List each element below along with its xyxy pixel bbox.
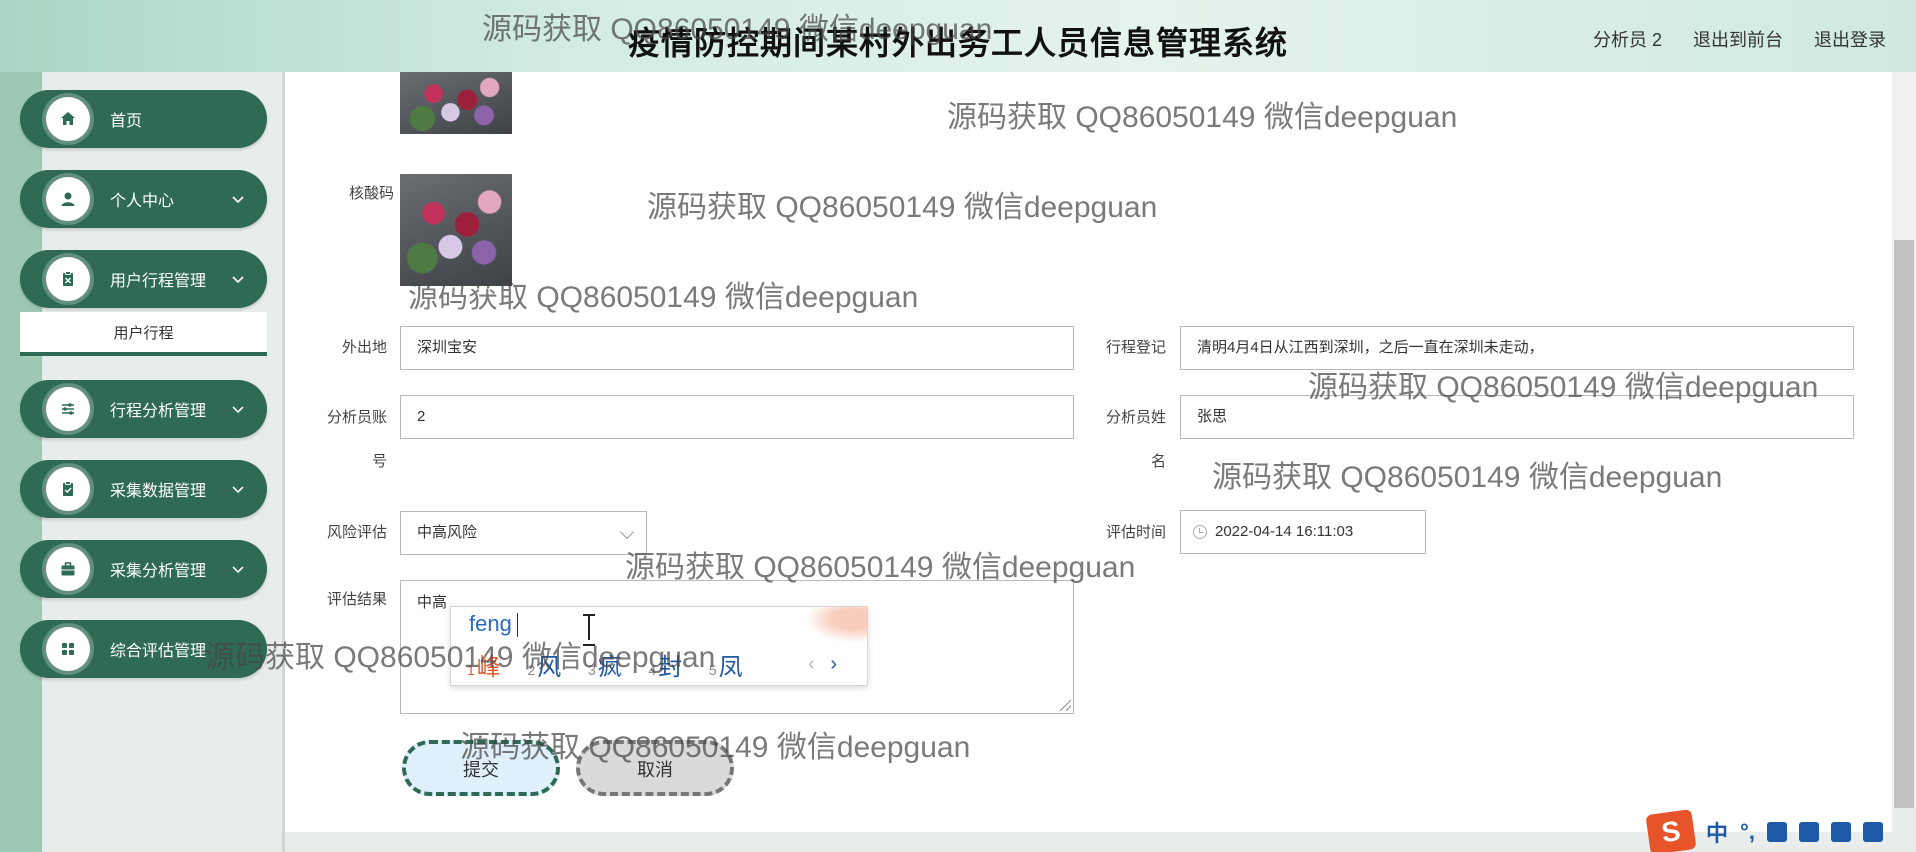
nucleic-code-image [400,174,512,286]
sidebar-item-collection-analysis[interactable]: 采集分析管理 [20,540,267,598]
result-label: 评估结果 [326,591,387,608]
sidebar-item-trip-analysis[interactable]: 行程分析管理 [20,380,267,438]
user-icon [46,177,90,221]
destination-label: 外出地 [341,339,387,356]
nucleic-code-label: 核酸码 [348,185,394,202]
chevron-down-icon [232,276,244,284]
photo-image [400,72,512,134]
clock-icon [1193,525,1207,539]
trip-log-field[interactable]: 清明4月4日从江西到深圳，之后一直在深圳未走动， [1180,326,1854,370]
assess-time-label: 评估时间 [1105,524,1166,541]
sidebar: 首页 个人中心 用户行程管理 用户行程 行程分析管理 采集数据管理 采集分析管理… [0,72,282,852]
ime-candidate[interactable]: 4封 [648,654,682,681]
ime-pager: ‹ › [808,653,837,676]
ime-candidates: 1峰 2风 3疯 4封 5凤 [467,647,763,682]
ime-decoration [797,607,867,647]
ime-candidate-popup: feng 1峰 2风 3疯 4封 5凤 ‹ › [450,606,868,686]
header-nav: 分析员 2 退出到前台 退出登录 [1567,26,1886,52]
ime-candidate[interactable]: 3疯 [588,654,622,681]
scrollbar-thumb[interactable] [1894,240,1914,808]
ime-language-toggle[interactable]: 中 [1706,816,1728,848]
sliders-icon [46,387,90,431]
ime-pinyin: feng [469,611,512,636]
cancel-button[interactable]: 取消 [576,740,734,796]
chevron-down-icon [232,566,244,574]
assess-time-value: 2022-04-14 16:11:03 [1215,523,1354,540]
risk-select-value: 中高风险 [417,524,478,541]
sidebar-item-label: 用户行程管理 [110,273,207,290]
result-textarea-value: 中高 [417,594,448,611]
ime-candidate[interactable]: 1峰 [467,654,501,681]
logout-link[interactable]: 退出登录 [1814,30,1886,50]
sidebar-item-label: 首页 [110,113,143,130]
grid-icon [46,627,90,671]
analyst-account-label: 分析员账 号 [325,396,387,484]
text-cursor-icon [582,614,596,646]
skin-icon[interactable] [1830,822,1851,842]
sogou-logo-icon[interactable]: S [1645,808,1697,852]
trip-log-label: 行程登记 [1105,339,1166,356]
destination-field[interactable]: 深圳宝安 [400,326,1074,370]
sidebar-subitem-user-trip[interactable]: 用户行程 [20,312,267,356]
chevron-down-icon [232,406,244,414]
sidebar-item-label: 综合评估管理 [110,643,207,660]
chevron-down-icon [619,524,635,540]
main-content [285,72,1892,832]
ime-candidate[interactable]: 5凤 [709,654,743,681]
ime-punctuation-toggle[interactable]: °, [1740,819,1755,845]
analyst-account-label-line1: 分析员账 [326,409,387,426]
toolbox-icon[interactable] [1862,822,1883,842]
briefcase-icon [46,547,90,591]
sidebar-item-label: 行程分析管理 [110,403,207,420]
analyst-name-label-line1: 分析员姓 [1105,409,1166,426]
home-icon [46,97,90,141]
risk-label: 风险评估 [326,524,387,541]
microphone-icon[interactable] [1766,822,1787,842]
chevron-down-icon [232,196,244,204]
clipboard-icon [46,257,90,301]
analyst-account-label-line2: 号 [371,453,387,470]
ime-tray: S 中 °, [1645,808,1916,852]
analyst-account-field[interactable]: 2 [400,395,1074,439]
sidebar-item-trip-management[interactable]: 用户行程管理 [20,250,267,308]
sidebar-item-label: 采集数据管理 [110,483,207,500]
sidebar-item-collected-data[interactable]: 采集数据管理 [20,460,267,518]
clipboard-check-icon [46,467,90,511]
current-user-label[interactable]: 分析员 2 [1593,30,1662,50]
back-to-front-link[interactable]: 退出到前台 [1693,30,1783,50]
risk-select[interactable]: 中高风险 [400,511,647,555]
ime-next-page-icon[interactable]: › [830,653,837,675]
submit-button[interactable]: 提交 [402,740,560,796]
chevron-down-icon [232,486,244,494]
sidebar-item-home[interactable]: 首页 [20,90,267,148]
ime-prev-page-icon[interactable]: ‹ [808,653,815,675]
keyboard-icon[interactable] [1798,822,1819,842]
analyst-name-field[interactable]: 张思 [1180,395,1854,439]
assess-time-field[interactable]: 2022-04-14 16:11:03 [1180,510,1426,554]
sidebar-item-comprehensive-assessment[interactable]: 综合评估管理 [20,620,267,678]
analyst-name-label: 分析员姓 名 [1104,396,1166,484]
ime-candidate[interactable]: 2风 [527,654,561,681]
sidebar-item-label: 采集分析管理 [110,563,207,580]
sidebar-item-profile[interactable]: 个人中心 [20,170,267,228]
header-bar: 疫情防控期间某村外出务工人员信息管理系统 分析员 2 退出到前台 退出登录 [0,0,1916,72]
resize-handle-icon[interactable] [1059,699,1071,711]
sidebar-item-label: 个人中心 [110,193,175,210]
analyst-name-label-line2: 名 [1150,453,1166,470]
ime-caret [517,613,518,637]
